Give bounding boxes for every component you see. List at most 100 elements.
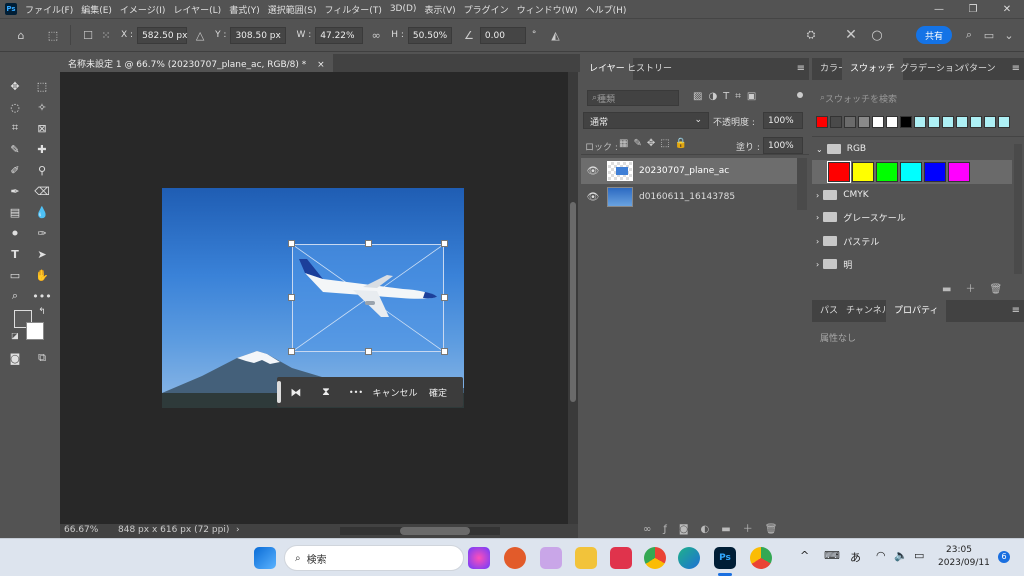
copilot-app-icon[interactable] xyxy=(468,547,490,569)
recent-swatch[interactable] xyxy=(886,116,898,128)
magic-wand-tool-icon[interactable]: ✧ xyxy=(32,97,52,117)
windows-start-icon[interactable] xyxy=(254,547,276,569)
chrome-profile-icon[interactable] xyxy=(750,547,772,569)
layer-name-fuji[interactable]: d0160611_16143785 xyxy=(639,192,735,202)
layer-name-plane[interactable]: 20230707_plane_ac xyxy=(639,166,729,176)
document-tab[interactable]: 名称未設定 1 @ 66.7% (20230707_plane_ac, RGB/… xyxy=(60,54,333,72)
reference-point-icon[interactable]: ⁙ xyxy=(97,26,115,44)
menu-view[interactable]: 表示(V) xyxy=(424,3,455,16)
x-field[interactable]: 582.50 px xyxy=(137,26,187,44)
close-document-icon[interactable]: × xyxy=(317,60,325,70)
more-tools-icon[interactable]: ••• xyxy=(32,286,52,306)
lock-icons[interactable]: ▦✎✥⬚🔒 xyxy=(619,138,692,149)
type-tool-icon[interactable]: T xyxy=(5,244,25,264)
fill-field[interactable]: 100% xyxy=(763,137,803,154)
healing-brush-tool-icon[interactable]: ✚ xyxy=(32,139,52,159)
home-icon[interactable]: ⌂ xyxy=(12,26,30,44)
swatch-group-light[interactable]: › 明 xyxy=(812,253,1012,275)
w-field[interactable]: 47.22% xyxy=(315,26,364,44)
wifi-icon[interactable]: ◠ xyxy=(876,549,886,562)
frame-tool-icon[interactable]: ⊠ xyxy=(32,118,52,138)
clock-date[interactable]: 2023/09/11 xyxy=(938,558,990,568)
angle-field[interactable]: 0.00 xyxy=(479,26,526,44)
crop-tool-icon[interactable]: ⌗ xyxy=(5,118,25,138)
move-tool-icon[interactable]: ✥ xyxy=(5,76,25,96)
swatch-group-rgb[interactable]: ⌄ RGB xyxy=(812,138,1012,160)
lasso-tool-icon[interactable]: ◌ xyxy=(5,97,25,117)
transform-handle-bottom-right[interactable] xyxy=(441,348,448,355)
recent-swatch[interactable] xyxy=(830,116,842,128)
vertical-scroll-thumb[interactable] xyxy=(570,202,576,402)
visibility-eye-icon[interactable]: 👁 xyxy=(585,166,601,177)
recent-swatch[interactable] xyxy=(900,116,912,128)
collapse-chevron-icon[interactable]: › xyxy=(816,237,819,246)
rgb-swatch[interactable] xyxy=(900,162,922,182)
eyedropper-tool-icon[interactable]: ✎ xyxy=(5,139,25,159)
menu-3d[interactable]: 3D(D) xyxy=(390,4,417,14)
file-explorer-icon[interactable] xyxy=(575,547,597,569)
taskbar-search-box[interactable]: ⌕ 検索 xyxy=(284,545,464,571)
default-colors-icon[interactable]: ◪ xyxy=(10,330,20,340)
transform-handle-bottom-left[interactable] xyxy=(288,348,295,355)
h-field[interactable]: 50.50% xyxy=(407,26,452,44)
keyboard-icon[interactable]: ⌨ xyxy=(824,549,840,562)
cancel-transform-icon[interactable]: ✕ xyxy=(842,26,860,44)
layer-filter-icons[interactable]: ▨◑T⌗▣ xyxy=(693,91,762,102)
menu-type[interactable]: 書式(Y) xyxy=(229,3,260,16)
menu-image[interactable]: イメージ(I) xyxy=(120,3,166,16)
tab-properties[interactable]: プロパティ xyxy=(886,300,947,322)
recent-swatch[interactable] xyxy=(928,116,940,128)
flip-horizontal-icon[interactable]: ⧓ xyxy=(281,377,311,407)
recent-swatch[interactable] xyxy=(942,116,954,128)
tray-chevron-icon[interactable]: ^ xyxy=(800,549,809,562)
recent-swatch[interactable] xyxy=(956,116,968,128)
path-selection-tool-icon[interactable]: ➤ xyxy=(32,244,52,264)
workspace-icon[interactable]: ▭ xyxy=(980,26,998,44)
ctx-more-icon[interactable]: ••• xyxy=(341,377,371,407)
layer-row-plane[interactable]: 👁 20230707_plane_ac xyxy=(581,158,797,184)
recent-swatch[interactable] xyxy=(914,116,926,128)
zoom-level[interactable]: 66.67% xyxy=(64,525,98,535)
creative-cloud-icon[interactable] xyxy=(610,547,632,569)
transform-handle-right[interactable] xyxy=(441,294,448,301)
swatches-panel-menu-icon[interactable]: ≡ xyxy=(1012,63,1020,74)
rgb-swatch[interactable] xyxy=(852,162,874,182)
blend-mode-select[interactable]: 通常 ⌄ xyxy=(583,112,709,129)
swap-colors-icon[interactable]: ↰ xyxy=(36,306,48,318)
background-color-swatch[interactable] xyxy=(26,322,44,340)
delta-icon[interactable]: △ xyxy=(191,26,209,44)
edge-icon[interactable] xyxy=(678,547,700,569)
link-icon[interactable]: ∞ xyxy=(367,26,385,44)
opacity-field[interactable]: 100% xyxy=(763,112,803,129)
layers-footer-icons[interactable]: ∞ƒ◙◐▬＋🗑 xyxy=(643,520,789,535)
app-icon-orange[interactable] xyxy=(504,547,526,569)
menu-select[interactable]: 選択範囲(S) xyxy=(268,3,317,16)
chrome-icon[interactable] xyxy=(644,547,666,569)
hand-tool-icon[interactable]: ✋ xyxy=(32,265,52,285)
minimize-button[interactable]: — xyxy=(922,4,956,15)
battery-icon[interactable]: ▭ xyxy=(914,549,924,562)
gradient-tool-icon[interactable]: ▤ xyxy=(5,202,25,222)
expand-chevron-icon[interactable]: ⌄ xyxy=(816,145,823,154)
recent-swatch[interactable] xyxy=(858,116,870,128)
swatches-footer-icons[interactable]: ▬＋🗑 xyxy=(942,280,1016,295)
recent-swatch[interactable] xyxy=(970,116,982,128)
warp-icon[interactable]: ⛭ xyxy=(802,26,820,44)
transform-tool-icon[interactable]: ⬚ xyxy=(44,26,62,44)
rgb-swatch[interactable] xyxy=(924,162,946,182)
layer-filter-field[interactable]: ⌕ 種類 xyxy=(587,90,679,106)
recent-swatch[interactable] xyxy=(998,116,1010,128)
flip-vertical-icon[interactable]: ⧗ xyxy=(311,377,341,407)
horizontal-scrollbar[interactable] xyxy=(340,527,500,535)
quick-mask-icon[interactable]: ◙ xyxy=(5,348,25,368)
close-window-button[interactable]: ✕ xyxy=(990,4,1024,15)
eraser-tool-icon[interactable]: ⌫ xyxy=(32,181,52,201)
share-button[interactable]: 共有 xyxy=(916,26,952,44)
canvas-area[interactable]: ⧓ ⧗ ••• キャンセル 確定 xyxy=(60,72,568,524)
clock-time[interactable]: 23:05 xyxy=(946,545,972,555)
transform-handle-top[interactable] xyxy=(365,240,372,247)
rectangle-tool-icon[interactable]: ▭ xyxy=(5,265,25,285)
recent-swatch[interactable] xyxy=(816,116,828,128)
photoshop-taskbar-icon[interactable]: Ps xyxy=(714,547,736,569)
swatch-group-pastel[interactable]: › パステル xyxy=(812,230,1012,252)
